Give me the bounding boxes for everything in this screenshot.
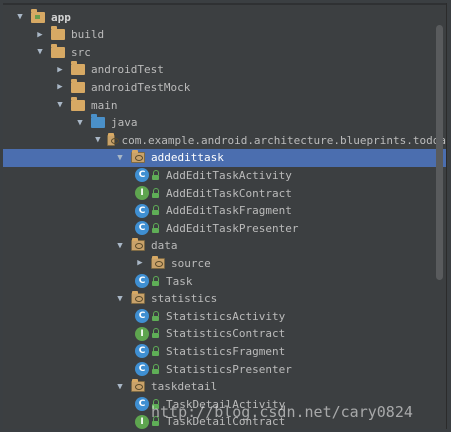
lock-open-icon (151, 416, 160, 427)
package-icon (131, 379, 145, 393)
tree-row[interactable]: C AddEditTaskActivity (3, 166, 446, 184)
tree-row-label: app (51, 10, 71, 24)
lock-open-icon (151, 187, 160, 199)
tree-row-label: TaskDetailActivity (166, 397, 286, 411)
class-icon: C (135, 168, 149, 183)
source-folder-icon (91, 114, 105, 129)
tree-row-label: data (151, 239, 178, 253)
class-icon: C (135, 344, 149, 359)
tree-row-label: src (71, 45, 91, 59)
tree-row-label: StatisticsContract (166, 327, 286, 341)
expand-arrow-icon[interactable]: ▼ (115, 290, 125, 308)
tree-row[interactable]: I TaskDetailContract (3, 413, 446, 429)
tree-row[interactable]: ▼ addedittask (3, 148, 446, 167)
package-icon (151, 255, 165, 269)
package-icon (131, 238, 145, 252)
tree-row-label: androidTestMock (91, 80, 191, 94)
lock-open-icon (151, 222, 160, 234)
tree-row[interactable]: I StatisticsContract (3, 325, 446, 343)
tree-row-label: androidTest (91, 63, 164, 77)
class-icon: C (135, 362, 149, 376)
class-icon: C (135, 203, 149, 218)
package-icon (131, 150, 145, 164)
tree-row-label: Task (166, 274, 193, 288)
lock-open-icon (151, 169, 160, 181)
expand-arrow-icon[interactable]: ▼ (95, 131, 101, 149)
project-panel: ▼ app ▶ build ▼ src ▶ androidTest ▶ androidTestMo… (3, 3, 447, 429)
collapse-arrow-icon[interactable]: ▶ (55, 78, 65, 96)
tree-row-label: com.example.android.architecture.bluepri… (121, 133, 446, 147)
package-icon (106, 132, 119, 146)
class-icon: C (135, 309, 149, 324)
folder-icon (71, 61, 85, 76)
tree-row-label: source (171, 256, 211, 270)
tree-row-label: StatisticsActivity (166, 309, 286, 323)
tree-row-label: AddEditTaskFragment (166, 204, 292, 218)
collapse-arrow-icon[interactable]: ▶ (135, 254, 145, 272)
expand-arrow-icon[interactable]: ▼ (35, 43, 45, 61)
lock-open-icon (151, 275, 160, 287)
lock-open-icon (151, 398, 160, 410)
tree-row[interactable]: ▼ main (3, 96, 446, 114)
tree-row[interactable]: C StatisticsPresenter (3, 360, 446, 378)
collapse-arrow-icon[interactable]: ▶ (35, 26, 45, 44)
tree-row-label: java (111, 116, 138, 130)
tree-row-label: TaskDetailContract (166, 415, 286, 429)
class-icon: C (135, 274, 149, 288)
tree-row[interactable]: ▶ source (3, 254, 446, 272)
lock-open-icon (151, 328, 160, 339)
expand-arrow-icon[interactable]: ▼ (15, 8, 25, 26)
interface-icon: I (135, 186, 149, 200)
tree-row-label: StatisticsFragment (166, 344, 286, 358)
lock-open-icon (151, 345, 160, 357)
interface-icon: I (135, 326, 149, 341)
tree-row-label: AddEditTaskContract (166, 186, 292, 200)
class-icon: C (135, 397, 149, 412)
interface-icon: I (135, 414, 149, 429)
tree-row[interactable]: C Task (3, 272, 446, 290)
vertical-scrollbar[interactable] (436, 25, 443, 280)
tree-row[interactable]: ▼ data (3, 237, 446, 255)
folder-icon (51, 26, 65, 41)
folder-icon (51, 43, 65, 58)
expand-arrow-icon[interactable]: ▼ (115, 378, 125, 396)
lock-open-icon (151, 363, 160, 375)
tree-row-label: statistics (151, 292, 218, 306)
tree-row[interactable]: ▶ androidTestMock (3, 78, 446, 96)
panel-top-edge (3, 3, 446, 5)
folder-icon (71, 78, 85, 93)
expand-arrow-icon[interactable]: ▼ (55, 96, 65, 114)
tree-row[interactable]: ▼ src (3, 43, 446, 61)
tree-row[interactable]: ▼ app (3, 8, 446, 26)
tree-row-label: AddEditTaskPresenter (166, 221, 299, 235)
tree-row-label: main (91, 98, 118, 112)
tree-row-label: StatisticsPresenter (166, 362, 292, 376)
tree-row[interactable]: C AddEditTaskPresenter (3, 219, 446, 237)
tree-row-label: taskdetail (151, 380, 218, 394)
tree-row[interactable]: ▶ build (3, 26, 446, 44)
tree-row[interactable]: ▼ java (3, 114, 446, 132)
tree-row-label: build (71, 28, 105, 42)
collapse-arrow-icon[interactable]: ▶ (55, 61, 65, 79)
lock-open-icon (151, 310, 160, 322)
tree-row[interactable]: C StatisticsActivity (3, 307, 446, 325)
folder-icon (71, 96, 85, 111)
tree-row[interactable]: ▶ androidTest (3, 61, 446, 79)
tree-row[interactable]: C AddEditTaskFragment (3, 202, 446, 220)
package-icon (131, 291, 145, 305)
class-icon: C (135, 221, 149, 236)
expand-arrow-icon[interactable]: ▼ (115, 149, 125, 167)
tree-row[interactable]: C TaskDetailActivity (3, 395, 446, 413)
tree-row-label: addedittask (151, 151, 224, 165)
module-folder-icon (31, 8, 45, 23)
expand-arrow-icon[interactable]: ▼ (115, 237, 125, 255)
expand-arrow-icon[interactable]: ▼ (75, 114, 85, 132)
tree-row-label: AddEditTaskActivity (166, 168, 292, 182)
tree-row[interactable]: C StatisticsFragment (3, 342, 446, 360)
tree-row[interactable]: I AddEditTaskContract (3, 184, 446, 202)
tree-row[interactable]: ▼ taskdetail (3, 378, 446, 396)
tree-row[interactable]: ▼ com.example.android.architecture.bluepr… (3, 131, 446, 149)
lock-open-icon (151, 205, 160, 216)
tree-row[interactable]: ▼ statistics (3, 290, 446, 308)
